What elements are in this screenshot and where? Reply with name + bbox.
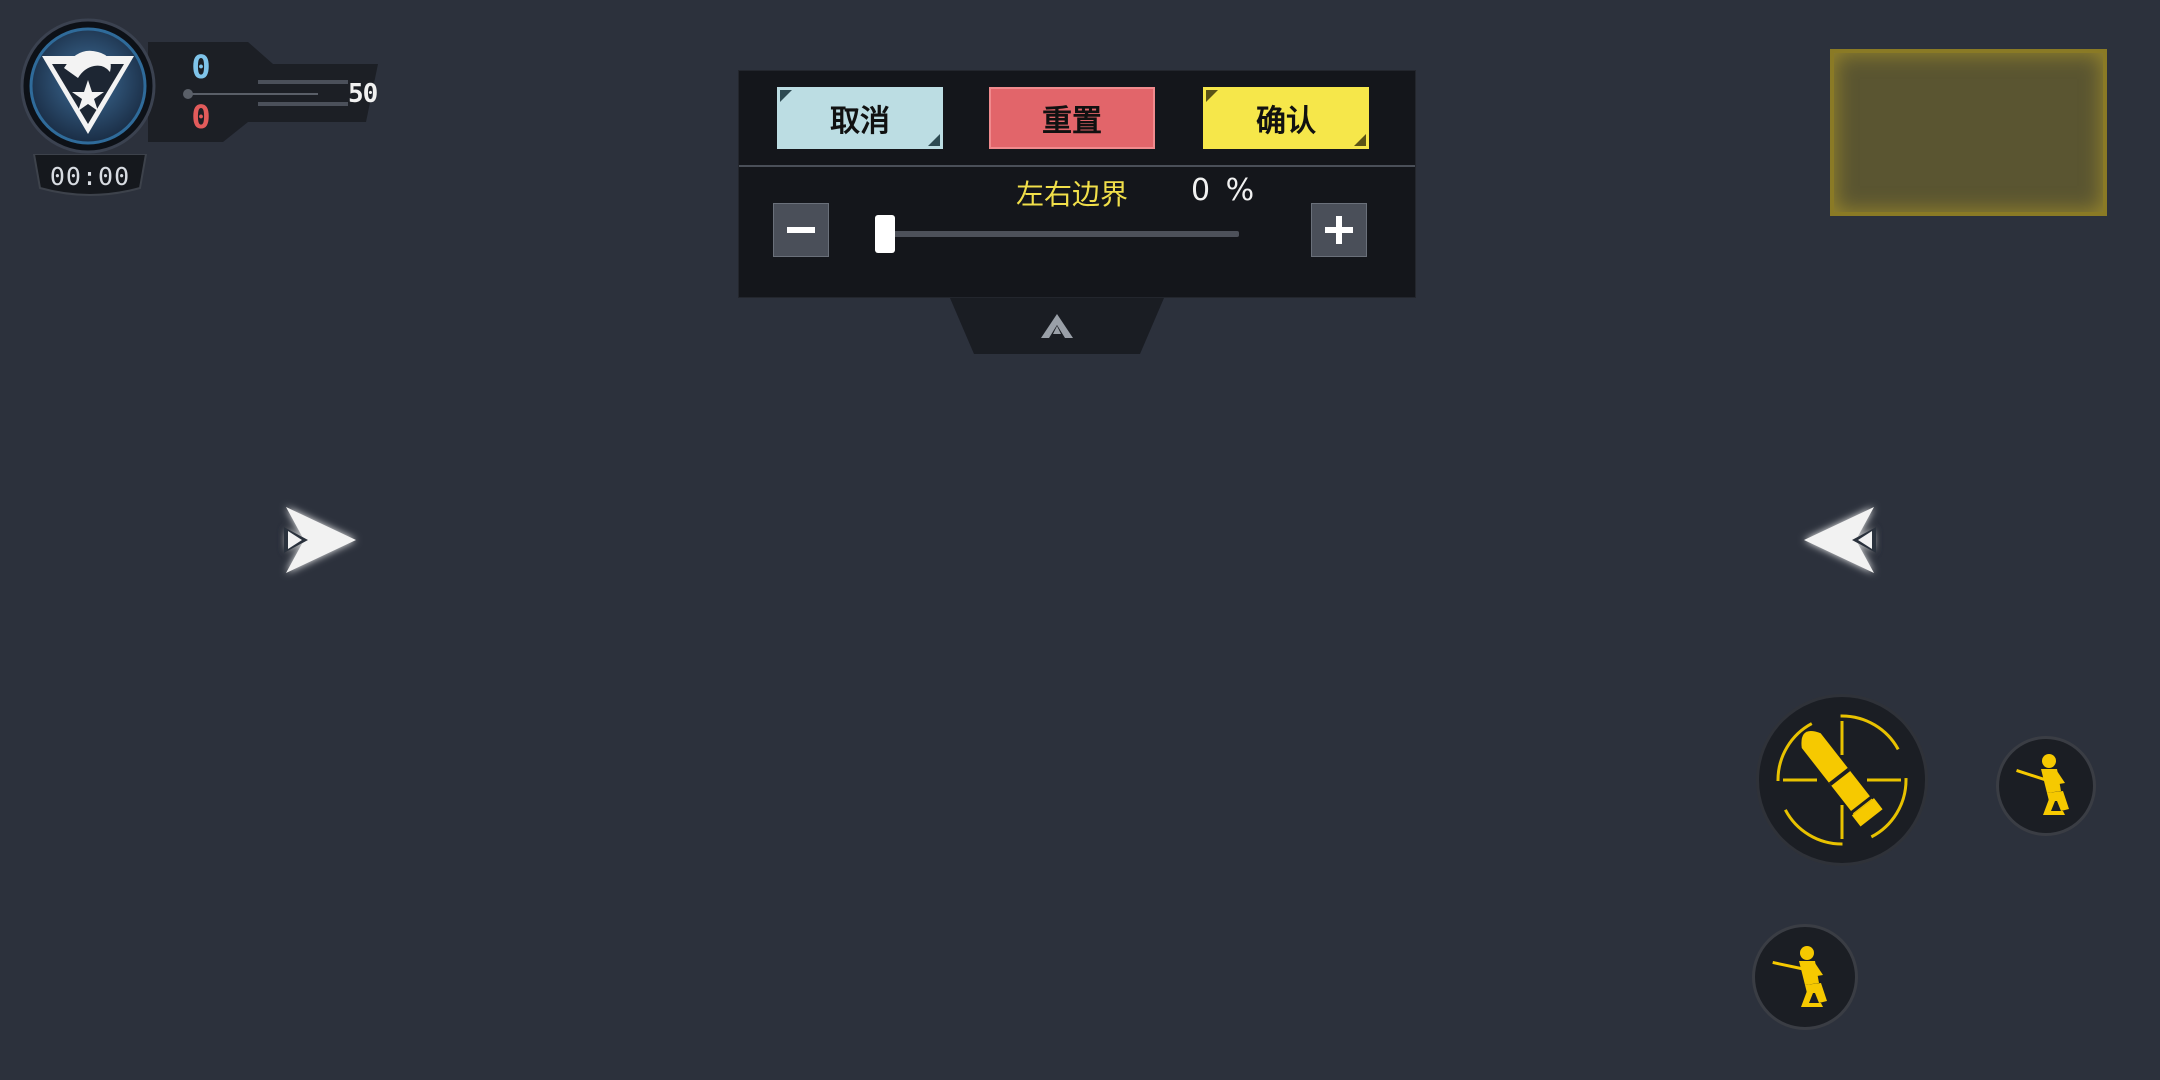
decrease-button[interactable] xyxy=(773,203,829,257)
double-chevron-left-icon xyxy=(1804,507,1876,573)
setting-value: 0 % xyxy=(1191,173,1258,208)
crouch-button[interactable] xyxy=(1996,736,2096,836)
confirm-button[interactable]: 确认 xyxy=(1203,87,1369,149)
collapse-panel-tab[interactable] xyxy=(950,298,1164,354)
team-blue-score: 0 xyxy=(191,48,211,86)
plus-icon xyxy=(1325,216,1353,244)
corner-mark xyxy=(928,134,940,146)
chevron-up-icon xyxy=(1041,314,1073,338)
kneeling-soldier-icon xyxy=(2016,754,2069,815)
team-red-score: 0 xyxy=(191,98,211,136)
confirm-button-label: 确认 xyxy=(1256,104,1316,139)
cancel-button[interactable]: 取消 xyxy=(777,87,943,149)
game-screen: 00:00 0 0 50 取消 重置 确认 左右边界 0 % xyxy=(0,0,2160,1080)
reset-button-label: 重置 xyxy=(1042,104,1102,139)
score-hud: 00:00 0 0 50 xyxy=(18,16,388,206)
increase-button[interactable] xyxy=(1311,203,1367,257)
double-chevron-right-icon xyxy=(284,507,356,573)
boundary-slider-handle[interactable] xyxy=(875,215,895,253)
right-boundary-arrow[interactable] xyxy=(1786,485,1896,595)
match-timer: 00:00 xyxy=(49,162,131,191)
reset-button[interactable]: 重置 xyxy=(989,87,1155,149)
setting-label: 左右边界 xyxy=(1015,178,1128,211)
prone-button[interactable] xyxy=(1752,924,1858,1030)
eagle-star-emblem-icon xyxy=(20,18,156,154)
corner-mark xyxy=(780,90,792,102)
left-boundary-arrow[interactable] xyxy=(264,485,374,595)
boundary-slider-track[interactable] xyxy=(879,231,1239,237)
corner-mark xyxy=(1354,134,1366,146)
panel-divider xyxy=(739,165,1415,167)
fire-button[interactable] xyxy=(1756,694,1928,866)
minus-icon xyxy=(787,227,815,233)
boundary-settings-panel: 取消 重置 确认 左右边界 0 % xyxy=(738,70,1416,298)
target-score: 50 xyxy=(348,79,378,109)
bullet-crosshair-icon xyxy=(1776,714,1908,846)
cancel-button-label: 取消 xyxy=(830,104,890,139)
corner-mark xyxy=(1206,90,1218,102)
highlighted-hud-region[interactable] xyxy=(1830,49,2107,216)
kneeling-soldier-icon xyxy=(1772,946,1827,1007)
